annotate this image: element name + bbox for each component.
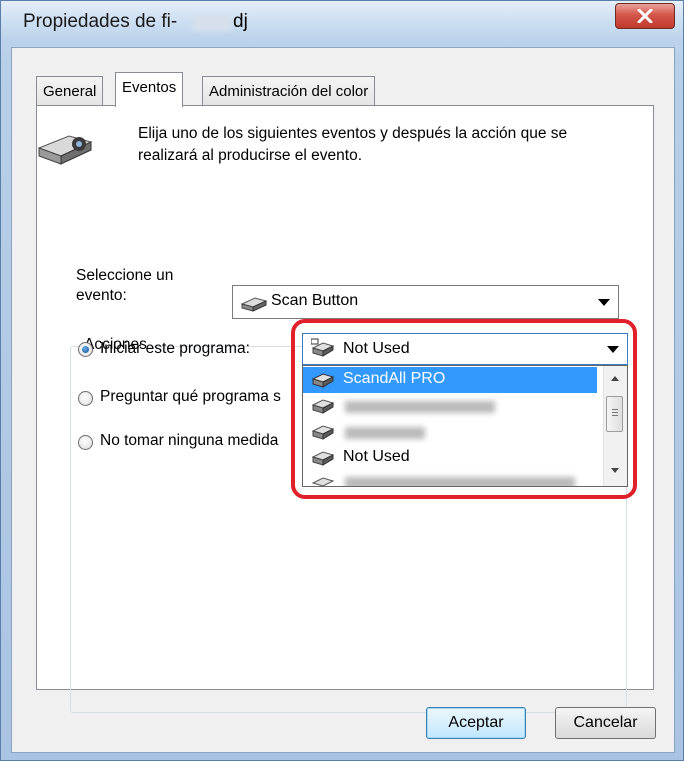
tab-color-management-label: Administración del color bbox=[209, 83, 369, 100]
intro-line-1: Elija uno de los siguientes eventos y de… bbox=[138, 125, 568, 142]
close-button[interactable] bbox=[615, 3, 675, 29]
title-bar[interactable]: Propiedades de fi- dj bbox=[1, 1, 683, 45]
dialog-client-area: General Eventos Administración del color… bbox=[11, 47, 675, 753]
radio-take-no-action-label[interactable]: No tomar ninguna medida bbox=[100, 432, 278, 450]
highlight-outline bbox=[291, 319, 637, 499]
scanner-icon bbox=[241, 297, 267, 312]
intro-description: Elija uno de los siguientes eventos y de… bbox=[138, 123, 618, 167]
event-dropdown[interactable]: Scan Button bbox=[232, 285, 619, 319]
tab-eventos-label: Eventos bbox=[122, 79, 177, 96]
tab-general-label: General bbox=[43, 83, 97, 100]
ok-button[interactable]: Aceptar bbox=[426, 707, 526, 739]
radio-ask-program-label[interactable]: Preguntar qué programa s bbox=[100, 388, 281, 406]
radio-start-program[interactable] bbox=[78, 342, 93, 357]
window-title: Propiedades de fi- bbox=[23, 11, 178, 32]
ok-button-label: Aceptar bbox=[448, 714, 504, 731]
radio-ask-program[interactable] bbox=[78, 391, 93, 406]
properties-dialog: Propiedades de fi- dj General Eventos Ad… bbox=[0, 0, 684, 761]
title-redacted bbox=[193, 15, 231, 31]
event-select-label: Seleccione un evento: bbox=[76, 266, 173, 306]
radio-take-no-action[interactable] bbox=[78, 435, 93, 450]
close-icon bbox=[637, 9, 653, 23]
intro-line-2: realizará al producirse el evento. bbox=[138, 147, 363, 164]
radio-start-program-label[interactable]: Iniciar este programa: bbox=[100, 340, 250, 358]
scanner-camera-icon bbox=[37, 135, 93, 165]
tab-general[interactable]: General bbox=[36, 76, 104, 106]
tab-color-management[interactable]: Administración del color bbox=[202, 76, 376, 106]
cancel-button[interactable]: Cancelar bbox=[555, 707, 656, 739]
window-title-suffix: dj bbox=[233, 11, 248, 32]
chevron-down-icon bbox=[598, 299, 610, 306]
cancel-button-label: Cancelar bbox=[573, 714, 638, 731]
tab-eventos[interactable]: Eventos bbox=[115, 72, 184, 107]
event-label-line-1: Seleccione un bbox=[76, 267, 174, 284]
event-dropdown-value: Scan Button bbox=[271, 292, 359, 309]
event-label-line-2: evento: bbox=[76, 287, 127, 304]
